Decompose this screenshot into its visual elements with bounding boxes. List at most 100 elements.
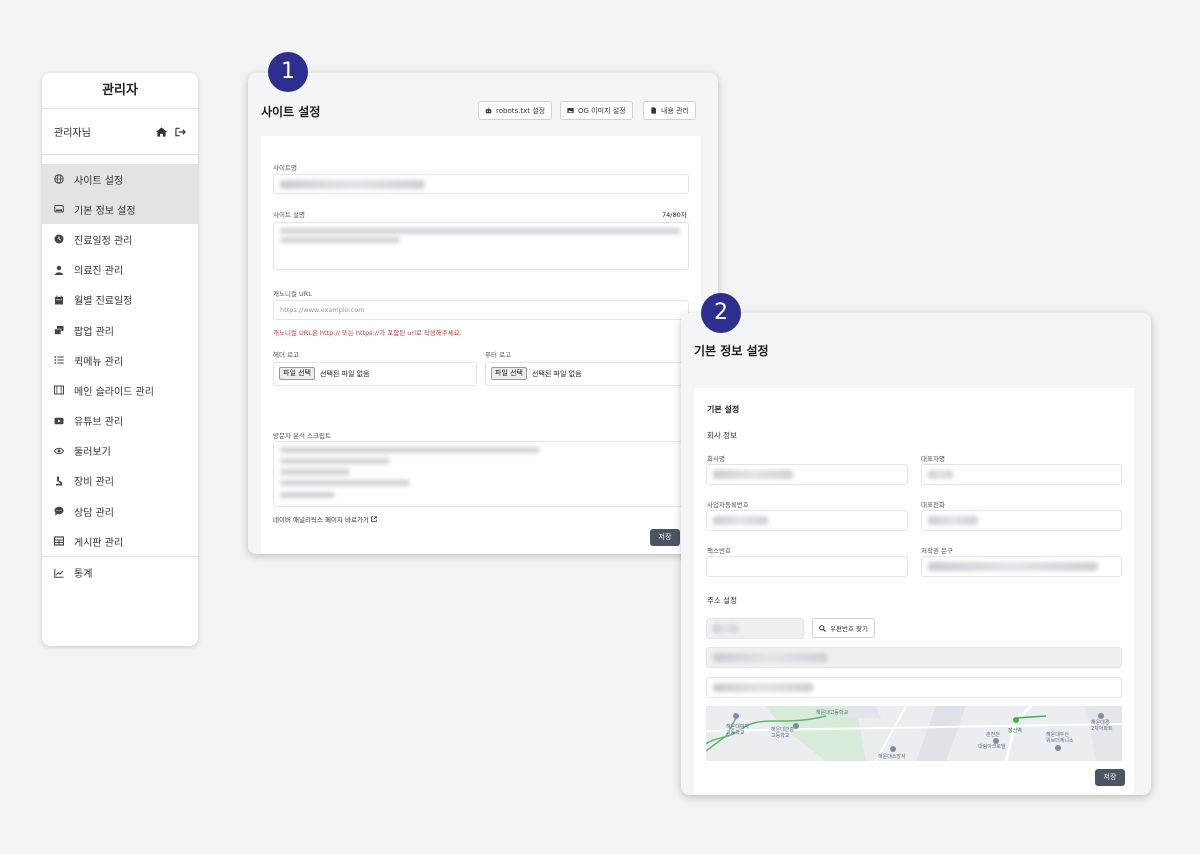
calendar-icon [55,295,63,305]
list-icon [54,356,64,365]
sidebar-item-label: 퀵메뉴 관리 [74,356,124,368]
svg-text:해운대고등학교: 해운대고등학교 [816,709,849,716]
youtube-icon [54,417,64,424]
header-file-choose-button[interactable]: 파일 선택 [279,367,315,380]
search-icon [819,624,826,632]
og-image-button[interactable]: OG 이미지 설정 [560,101,633,120]
sidebar-item-consult[interactable]: 상담 관리 [42,496,198,526]
basic-info-card: 기본 설정 회사 정보 회사명 대표자명 사업자등록번호 대표전화 팩스번호 저… [694,388,1134,795]
company-info-heading: 회사 정보 [707,431,737,440]
site-name-label: 사이트명 [273,164,297,172]
sidebar: 관리자 관리자님 사이트 설정 기본 정보 설정 진료일정 관리 의료진 관리 … [42,73,198,646]
chart-icon [54,568,64,578]
sidebar-item-board[interactable]: 게시판 관리 [42,526,198,556]
globe-icon [54,174,64,184]
chat-icon [54,506,64,516]
business-number-input[interactable] [706,510,908,531]
robot-icon [485,107,492,114]
robots-txt-button[interactable]: robots.txt 설정 [478,101,553,120]
company-name-input[interactable] [706,464,908,485]
postcode-search-button[interactable]: 우편번호 찾기 [812,618,875,638]
site-name-input[interactable] [273,174,689,194]
char-counter: 74/80자 [662,211,687,219]
svg-text:고등학교: 고등학교 [771,732,790,739]
svg-text:해운대경: 해운대경 [1091,719,1109,726]
postcode-input[interactable] [706,618,804,639]
sidebar-item-label: 진료일정 관리 [74,235,133,247]
eye-icon [54,447,64,454]
script-label: 방문자 분석 스크립트 [273,432,331,440]
sidebar-item-equipment[interactable]: 장비 관리 [42,466,198,496]
site-settings-card: 사이트명 사이트 설명 74/80자 캐노니컬 URL https://www.… [261,136,701,554]
sidebar-item-quickmenu[interactable]: 퀵메뉴 관리 [42,345,198,375]
canonical-error-text: 캐노니컬 URL은 http:// 또는 https://가 포함된 url로 … [273,329,462,337]
canonical-url-label: 캐노니컬 URL [273,290,312,298]
save-button[interactable]: 저장 [1095,769,1125,786]
sidebar-item-label: 의료진 관리 [74,266,124,278]
file-icon [651,107,656,114]
logout-icon[interactable] [175,127,186,137]
svg-text:고등학교: 고등학교 [726,729,745,736]
doctor-icon [55,265,63,275]
site-desc-textarea[interactable] [273,222,689,270]
sidebar-item-label: 통계 [74,569,93,581]
sidebar-item-monthly[interactable]: 월별 진료일정 [42,285,198,315]
image-icon [567,108,574,113]
map-graphic: 해운대여자 고등학교 해운대관광 고등학교 해운대고등학교 춘천천 장산역 대림… [706,706,1122,761]
phone-label: 대표전화 [921,501,945,509]
sidebar-item-label: 둘러보기 [74,447,111,459]
phone-input[interactable] [921,510,1122,531]
svg-text:장산역: 장산역 [1008,727,1022,734]
sidebar-item-basic-info[interactable]: 기본 정보 설정 [42,194,198,225]
sidebar-item-stats[interactable]: 통계 [42,557,198,587]
sidebar-item-popup[interactable]: 팝업 관리 [42,315,198,345]
ceo-input[interactable] [921,464,1122,485]
footer-file-choose-button[interactable]: 파일 선택 [491,367,527,380]
sidebar-item-schedule[interactable]: 진료일정 관리 [42,224,198,254]
svg-text:해운대소방서: 해운대소방서 [878,753,906,760]
location-map[interactable]: 해운대여자 고등학교 해운대관광 고등학교 해운대고등학교 춘천천 장산역 대림… [706,706,1122,761]
home-icon[interactable] [156,126,167,137]
copyright-input[interactable] [921,556,1122,577]
sidebar-item-youtube[interactable]: 유튜브 관리 [42,406,198,436]
section-heading: 기본 설정 [707,405,740,414]
sidebar-item-slides[interactable]: 메인 슬라이드 관리 [42,375,198,405]
svg-text:위브더제니스: 위브더제니스 [1046,737,1074,744]
sidebar-item-doctors[interactable]: 의료진 관리 [42,255,198,285]
svg-text:대림아크로빌: 대림아크로빌 [978,743,1006,750]
monitor-icon [54,205,64,213]
header-logo-label: 헤더 로고 [273,351,299,359]
page-title: 기본 정보 설정 [694,344,769,358]
fax-input[interactable] [706,556,908,577]
save-button[interactable]: 저장 [650,529,680,546]
canonical-url-input[interactable]: https://www.example.com [273,300,689,320]
header-logo-file-input[interactable]: 파일 선택 선택된 파일 없음 [273,362,477,386]
address-heading: 주소 설정 [707,596,737,605]
equipment-icon [56,476,62,486]
naver-analytics-link[interactable]: 네이버 애널리틱스 페이지 바로가기 [273,514,377,524]
content-manage-button[interactable]: 내용 관리 [643,101,696,120]
page-title: 사이트 설정 [261,105,321,119]
copyright-label: 저작권 문구 [921,547,953,555]
sidebar-item-tour[interactable]: 둘러보기 [42,436,198,466]
address-input[interactable] [706,647,1122,668]
sidebar-item-label: 유튜브 관리 [74,417,124,429]
sidebar-item-label: 기본 정보 설정 [74,205,136,217]
site-desc-label: 사이트 설명 [273,211,305,219]
footer-logo-file-input[interactable]: 파일 선택 선택된 파일 없음 [485,362,689,386]
clock-icon [54,234,64,244]
company-name-label: 회사명 [707,455,725,463]
address-detail-input[interactable] [706,677,1122,698]
user-row: 관리자님 [42,109,198,155]
fax-label: 팩스번호 [707,547,731,555]
svg-text:해운대관광: 해운대관광 [771,726,794,733]
ceo-label: 대표자명 [921,455,945,463]
step-badge-1: 1 [268,52,308,92]
footer-logo-label: 푸터 로고 [485,351,511,359]
sidebar-title: 관리자 [42,73,198,109]
basic-info-panel: 기본 정보 설정 기본 설정 회사 정보 회사명 대표자명 사업자등록번호 대표… [681,313,1151,795]
script-textarea[interactable] [273,441,689,507]
sidebar-item-site-settings[interactable]: 사이트 설정 [42,164,198,195]
sidebar-item-label: 사이트 설정 [74,175,124,187]
step-badge-2: 2 [701,293,741,333]
